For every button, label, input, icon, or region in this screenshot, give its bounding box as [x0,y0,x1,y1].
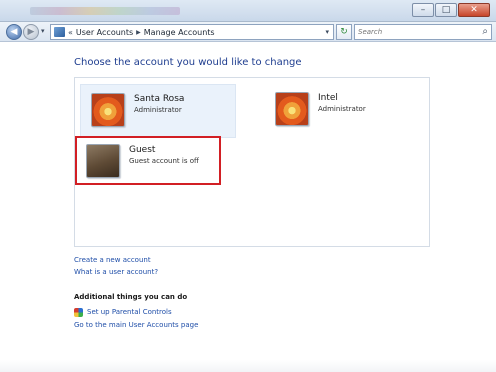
window-bottom-edge [0,360,496,372]
parental-controls-item[interactable]: Set up Parental Controls [74,306,198,319]
account-name: Intel [318,93,338,103]
address-overflow-chevron[interactable]: « [68,28,73,37]
account-role: Administrator [134,106,182,114]
close-button[interactable]: ✕ [458,3,490,17]
account-tile-guest[interactable]: Guest Guest account is off [75,136,221,185]
account-role: Administrator [318,105,366,113]
maximize-button[interactable]: □ [435,3,457,17]
search-icon[interactable]: ⌕ [482,26,488,37]
what-is-user-account-link[interactable]: What is a user account? [74,266,158,278]
title-bar[interactable]: – □ ✕ [0,0,496,22]
account-name: Guest [129,145,156,155]
account-tile-intel[interactable]: Intel Administrator [265,84,415,138]
page-title: Choose the account you would like to cha… [74,57,302,68]
briefcase-avatar-icon [86,144,120,178]
account-info: Guest Guest account is off [129,138,199,166]
search-box[interactable]: ⌕ [354,24,492,40]
flower-avatar-icon [275,92,309,126]
main-user-accounts-link[interactable]: Go to the main User Accounts page [74,319,198,332]
breadcrumb-separator-icon[interactable]: ▶ [136,29,141,36]
breadcrumb-manage-accounts[interactable]: Manage Accounts [144,28,215,37]
window-controls: – □ ✕ [412,3,490,17]
recent-pages-dropdown-icon[interactable]: ▾ [41,27,45,35]
breadcrumb-user-accounts[interactable]: User Accounts [76,28,133,37]
forward-button[interactable]: ▶ [23,24,39,40]
account-status: Guest account is off [129,157,199,165]
address-bar[interactable]: « User Accounts ▶ Manage Accounts ▾ [50,24,334,40]
additional-links: Set up Parental Controls Go to the main … [74,306,198,332]
flower-avatar-icon [91,93,125,127]
account-name: Santa Rosa [134,94,185,104]
navigation-bar: ◀ ▶ ▾ « User Accounts ▶ Manage Accounts … [0,22,496,42]
main-user-accounts-item[interactable]: Go to the main User Accounts page [74,319,198,332]
search-input[interactable] [358,26,468,38]
additional-things-heading: Additional things you can do [74,293,188,301]
refresh-button[interactable]: ↻ [336,24,352,40]
control-panel-icon [54,27,65,37]
window-title-blurred [30,7,180,15]
account-info: Intel Administrator [318,84,366,114]
address-dropdown-icon[interactable]: ▾ [325,28,329,36]
accounts-panel: Santa Rosa Administrator Intel Administr… [74,77,430,247]
parental-controls-icon [74,308,83,317]
account-info: Santa Rosa Administrator [134,85,184,115]
content-area: Choose the account you would like to cha… [0,43,496,372]
minimize-button[interactable]: – [412,3,434,17]
back-button[interactable]: ◀ [6,24,22,40]
account-links: Create a new account What is a user acco… [74,254,158,278]
parental-controls-link[interactable]: Set up Parental Controls [87,306,172,319]
create-new-account-link[interactable]: Create a new account [74,254,158,266]
account-tile-santa-rosa[interactable]: Santa Rosa Administrator [80,84,236,138]
manage-accounts-window: – □ ✕ ◀ ▶ ▾ « User Accounts ▶ Manage Acc… [0,0,496,372]
